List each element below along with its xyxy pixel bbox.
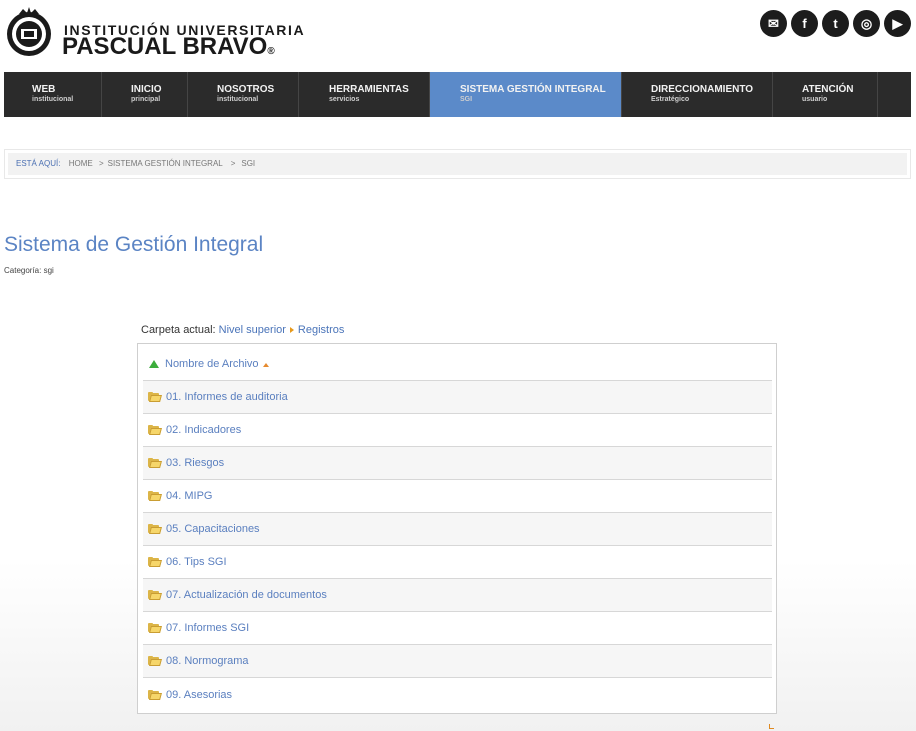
breadcrumb-label: ESTÁ AQUÍ:	[16, 159, 61, 168]
folder-row[interactable]: 03. Riesgos	[143, 447, 772, 480]
nav-item-title: INICIO	[131, 84, 162, 95]
folder-row[interactable]: 06. Tips SGI	[143, 546, 772, 579]
nav-item-title: WEB	[32, 84, 56, 95]
folder-name[interactable]: 05. Capacitaciones	[166, 523, 260, 535]
folder-name[interactable]: 04. MIPG	[166, 490, 212, 502]
folder-row[interactable]: 05. Capacitaciones	[143, 513, 772, 546]
nav-item-title: NOSOTROS	[217, 84, 275, 95]
folder-name[interactable]: 03. Riesgos	[166, 457, 224, 469]
folder-icon	[148, 425, 162, 435]
folder-icon	[148, 689, 162, 700]
social-links: ✉ f t ◎ ▶	[760, 10, 911, 37]
nav-item-herramientas[interactable]: HERRAMIENTAS servicios	[299, 72, 430, 117]
nav-item-title: ATENCIÓN	[802, 84, 854, 95]
folder-icon	[148, 392, 162, 402]
folder-name[interactable]: 07. Informes SGI	[166, 622, 249, 634]
folder-name[interactable]: 08. Normograma	[166, 655, 249, 667]
nav-item-subtitle: Estratégico	[651, 96, 690, 103]
nav-item-sgi[interactable]: SISTEMA GESTIÓN INTEGRAL SGI	[430, 72, 622, 117]
folder-icon	[148, 590, 162, 600]
folder-path-label: Carpeta actual:	[141, 324, 216, 336]
nav-item-subtitle: usuario	[802, 96, 828, 103]
folder-icon	[148, 656, 162, 666]
breadcrumb-current: SGI	[241, 159, 256, 168]
folder-icon	[148, 524, 162, 534]
breadcrumb-home-link[interactable]: HOME	[69, 159, 93, 168]
folder-row[interactable]: 01. Informes de auditoria	[143, 381, 772, 414]
folder-row[interactable]: 07. Informes SGI	[143, 612, 772, 645]
folder-row[interactable]: 04. MIPG	[143, 480, 772, 513]
breadcrumb-separator: >	[98, 159, 104, 168]
folder-name[interactable]: 06. Tips SGI	[166, 556, 227, 568]
folder-name[interactable]: 02. Indicadores	[166, 424, 241, 436]
sort-ascending-icon	[262, 363, 269, 367]
logo-emblem-icon	[7, 7, 51, 56]
nav-item-title: DIRECCIONAMIENTO	[651, 84, 754, 95]
breadcrumb-separator: >	[230, 159, 236, 168]
folder-list-header[interactable]: Nombre de Archivo	[143, 348, 772, 381]
breadcrumb-container: ESTÁ AQUÍ: HOME > SISTEMA GESTIÓN INTEGRA…	[4, 149, 911, 179]
page-title: Sistema de Gestión Integral	[4, 233, 264, 256]
nav-item-subtitle: institucional	[32, 96, 74, 103]
logo-line-2: PASCUAL BRAVO®	[62, 33, 275, 61]
path-arrow-icon	[289, 326, 294, 333]
nav-item-subtitle: servicios	[329, 96, 360, 103]
nav-item-inicio[interactable]: INICIO principal	[102, 72, 188, 117]
folder-list: Nombre de Archivo 01. Informes de audito…	[137, 343, 777, 714]
folder-icon	[148, 491, 162, 501]
breadcrumb-sgi-section-link[interactable]: SISTEMA GESTIÓN INTEGRAL	[108, 159, 223, 168]
file-name-column-header[interactable]: Nombre de Archivo	[165, 358, 259, 370]
folder-icon	[148, 623, 162, 633]
youtube-icon[interactable]: ▶	[884, 10, 911, 37]
nav-item-subtitle: institucional	[217, 96, 259, 103]
facebook-icon[interactable]: f	[791, 10, 818, 37]
twitter-icon[interactable]: t	[822, 10, 849, 37]
nav-item-direccionamiento[interactable]: DIRECCIONAMIENTO Estratégico	[622, 72, 773, 117]
breadcrumb: ESTÁ AQUÍ: HOME > SISTEMA GESTIÓN INTEGRA…	[8, 153, 907, 175]
parent-folder-up-icon	[149, 360, 159, 368]
folder-path: Carpeta actual: Nivel superior Registros	[141, 324, 344, 336]
folder-row[interactable]: 07. Actualización de documentos	[143, 579, 772, 612]
folder-path-parent-link[interactable]: Nivel superior	[219, 324, 286, 336]
folder-path-current-link[interactable]: Registros	[298, 324, 344, 336]
registered-mark: ®	[267, 46, 275, 57]
nav-item-atencion[interactable]: ATENCIÓN usuario	[773, 72, 878, 117]
category-label: Categoría: sgi	[4, 266, 54, 275]
resize-corner-icon	[769, 724, 774, 729]
folder-name[interactable]: 07. Actualización de documentos	[166, 589, 327, 601]
main-nav: WEB institucional INICIO principal NOSOT…	[4, 72, 911, 117]
folder-name[interactable]: 01. Informes de auditoria	[166, 391, 288, 403]
folder-icon	[148, 557, 162, 567]
folder-row[interactable]: 08. Normograma	[143, 645, 772, 678]
nav-item-subtitle: SGI	[460, 96, 473, 103]
nav-item-title: SISTEMA GESTIÓN INTEGRAL	[460, 84, 606, 95]
email-icon[interactable]: ✉	[760, 10, 787, 37]
folder-row[interactable]: 09. Asesorias	[143, 678, 772, 711]
nav-item-title: HERRAMIENTAS	[329, 84, 409, 95]
folder-row[interactable]: 02. Indicadores	[143, 414, 772, 447]
institution-logo[interactable]: INSTITUCIÓN UNIVERSITARIA PASCUAL BRAVO®	[5, 5, 304, 61]
nav-item-nosotros[interactable]: NOSOTROS institucional	[188, 72, 299, 117]
folder-icon	[148, 458, 162, 468]
nav-item-web[interactable]: WEB institucional	[4, 72, 102, 117]
nav-item-subtitle: principal	[131, 96, 161, 103]
instagram-icon[interactable]: ◎	[853, 10, 880, 37]
folder-name[interactable]: 09. Asesorias	[166, 689, 232, 701]
logo-name: PASCUAL BRAVO	[62, 33, 268, 60]
